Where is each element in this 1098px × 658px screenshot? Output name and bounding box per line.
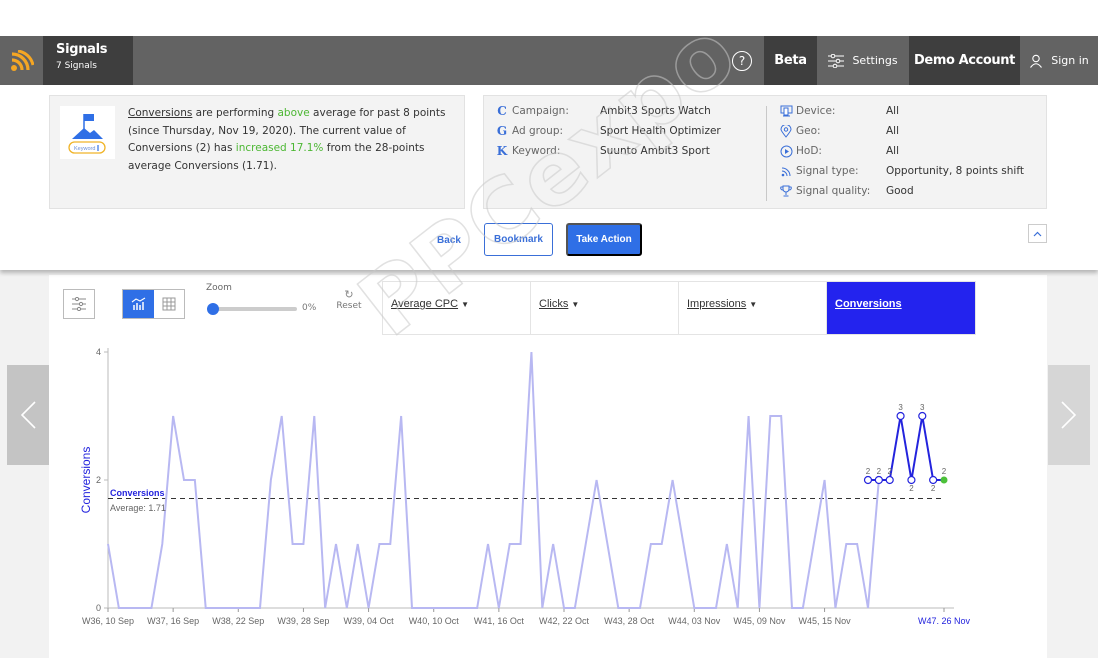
- x-tick-label: W47. 26 Nov: [918, 616, 971, 626]
- signal-point: [907, 475, 916, 485]
- x-tick-label: W41, 16 Oct: [474, 616, 525, 626]
- data-label: 2: [887, 467, 892, 476]
- average-value-label: Average: 1.71: [110, 503, 166, 513]
- average-series-label: Conversions: [110, 488, 165, 498]
- conversions-chart: 0 2 4 W36, 10 Sep W37, 16 Sep W38, 22 Sep W39,…: [79, 347, 971, 626]
- signal-point: [918, 411, 927, 421]
- x-tick-label: W45, 09 Nov: [733, 616, 786, 626]
- data-label: 3: [898, 403, 903, 412]
- y-axis-label: Conversions: [79, 447, 93, 514]
- y-tick-label: 4: [96, 347, 101, 357]
- x-tick-label: W37, 16 Sep: [147, 616, 199, 626]
- x-tick-label: W39, 04 Oct: [344, 616, 395, 626]
- current-point: [940, 476, 948, 484]
- x-tick-label: W44, 03 Nov: [668, 616, 721, 626]
- x-tick-label: W40, 10 Oct: [409, 616, 460, 626]
- x-tick-label: W36, 10 Sep: [82, 616, 134, 626]
- signal-point: [929, 475, 938, 485]
- data-label: 2: [942, 467, 947, 476]
- data-label: 2: [909, 484, 914, 493]
- x-tick-label: W38, 22 Sep: [212, 616, 264, 626]
- data-label: 2: [931, 484, 936, 493]
- x-tick-label: W42, 22 Oct: [539, 616, 590, 626]
- signal-point: [885, 475, 894, 485]
- data-label: 3: [920, 403, 925, 412]
- history-series-line: [107, 351, 880, 609]
- y-tick-label: 2: [96, 475, 101, 485]
- x-tick-label: W39, 28 Sep: [277, 616, 329, 626]
- data-label: 2: [866, 467, 871, 476]
- x-tick-label: W45, 15 Nov: [799, 616, 852, 626]
- y-tick-label: 0: [96, 603, 101, 613]
- signal-point: [863, 475, 873, 485]
- signal-point: [874, 475, 883, 485]
- data-label: 2: [877, 467, 882, 476]
- x-tick-label: W43, 28 Oct: [604, 616, 655, 626]
- signal-point: [896, 411, 905, 421]
